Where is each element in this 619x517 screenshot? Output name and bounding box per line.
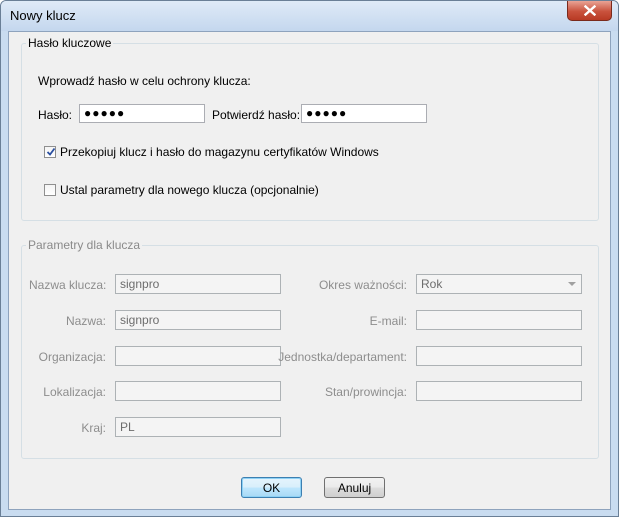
ok-button[interactable]: OK — [241, 477, 302, 498]
confirm-password-label: Potwierdź hasło: — [212, 108, 301, 122]
locality-field[interactable] — [115, 381, 281, 401]
password-instruction: Wprowadź hasło w celu ochrony klucza: — [38, 74, 251, 88]
window-title: Nowy klucz — [10, 8, 76, 23]
confirm-password-input[interactable]: ●●●●● — [301, 104, 427, 123]
copy-to-store-checkbox[interactable] — [44, 146, 56, 158]
dialog-window: Nowy klucz Hasło kluczowe Wprowadź hasło… — [0, 0, 619, 517]
unit-field[interactable] — [416, 346, 582, 366]
chevron-down-icon — [568, 282, 576, 286]
validity-select[interactable]: Rok — [416, 274, 582, 294]
close-icon — [583, 5, 596, 16]
checkmark-icon — [46, 147, 56, 156]
copy-to-store-label[interactable]: Przekopiuj klucz i hasło do magazynu cer… — [60, 145, 379, 159]
close-button[interactable] — [567, 1, 612, 21]
organization-label: Organizacja: — [38, 350, 106, 364]
validity-label: Okres ważności: — [318, 278, 407, 292]
unit-label: Jednostka/departament: — [278, 350, 407, 364]
cancel-button[interactable]: Anuluj — [324, 477, 385, 498]
name-field[interactable]: signpro — [115, 310, 281, 330]
key-name-label: Nazwa klucza: — [29, 278, 107, 292]
organization-field[interactable] — [115, 346, 281, 366]
email-field[interactable] — [416, 310, 582, 330]
params-group-legend: Parametry dla klucza — [28, 238, 141, 252]
state-label: Stan/prowincja: — [324, 385, 407, 399]
password-group-legend: Hasło kluczowe — [28, 36, 112, 50]
email-label: E-mail: — [369, 314, 407, 328]
locality-label: Lokalizacja: — [43, 385, 106, 399]
set-params-label[interactable]: Ustal parametry dla nowego klucza (opcjo… — [60, 183, 319, 197]
set-params-checkbox[interactable] — [44, 184, 56, 196]
country-label: Kraj: — [81, 421, 106, 435]
validity-selected-value: Rok — [421, 277, 443, 291]
key-name-field[interactable]: signpro — [115, 274, 281, 294]
title-bar[interactable]: Nowy klucz — [1, 1, 618, 31]
country-field[interactable]: PL — [115, 417, 281, 437]
name-label: Nazwa: — [65, 314, 106, 328]
dialog-content: Hasło kluczowe Wprowadź hasło w celu och… — [8, 31, 611, 510]
state-field[interactable] — [416, 381, 582, 401]
password-input[interactable]: ●●●●● — [79, 104, 205, 123]
password-label: Hasło: — [38, 108, 73, 122]
